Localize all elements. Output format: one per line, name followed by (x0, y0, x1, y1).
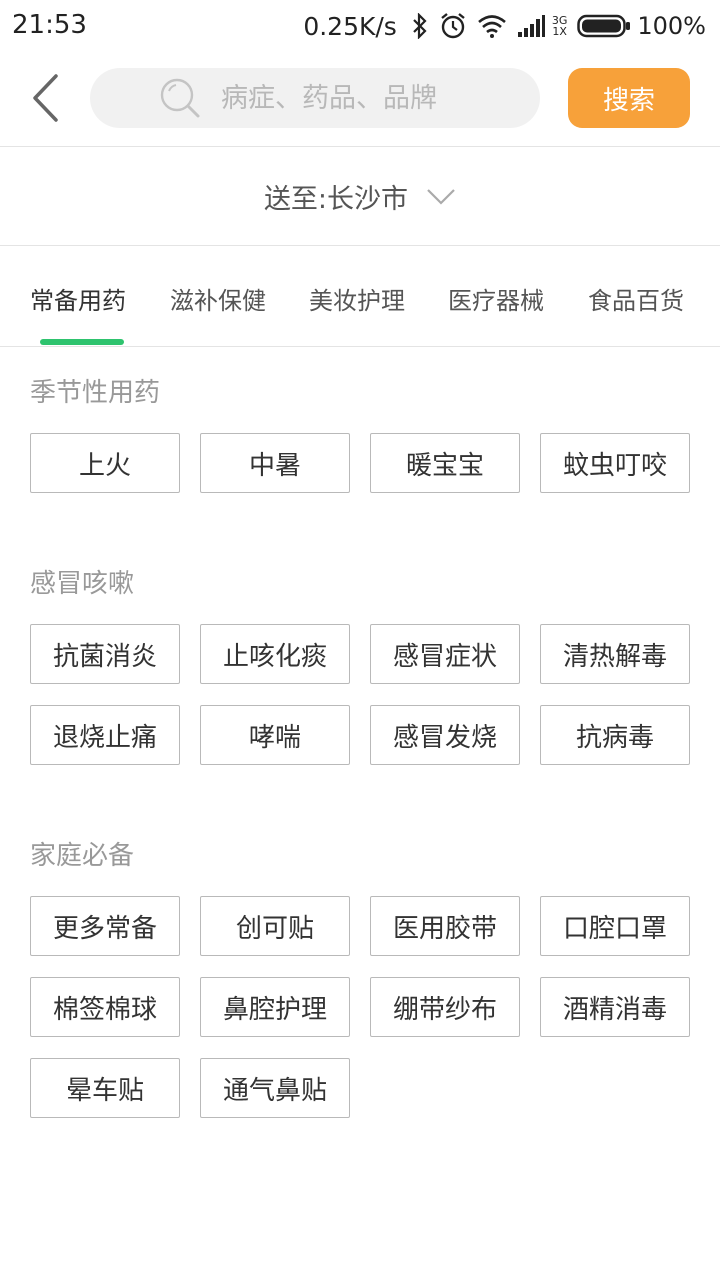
section-title-cold-cough: 感冒咳嗽 (30, 569, 135, 599)
network-type-bottom: 1X (552, 25, 567, 38)
search-input[interactable] (221, 82, 471, 114)
category-chip[interactable]: 哮喘 (200, 705, 350, 765)
category-chip[interactable]: 暖宝宝 (370, 433, 520, 493)
back-button[interactable] (20, 70, 70, 126)
status-bar: 21:53 0.25K/s 3G 1X 100% (0, 0, 720, 52)
category-chip[interactable]: 蚊虫叮咬 (540, 433, 690, 493)
category-chip[interactable]: 棉签棉球 (30, 977, 180, 1037)
category-chip[interactable]: 口腔口罩 (540, 896, 690, 956)
category-chip[interactable]: 鼻腔护理 (200, 977, 350, 1037)
tab-beauty-care[interactable]: 美妆护理 (309, 281, 405, 316)
search-header: 搜索 (0, 52, 720, 147)
category-chip[interactable]: 抗菌消炎 (30, 624, 180, 684)
chevron-down-icon (426, 188, 456, 206)
tab-nutrition-health[interactable]: 滋补保健 (170, 281, 266, 316)
category-chip[interactable]: 酒精消毒 (540, 977, 690, 1037)
category-chip[interactable]: 晕车贴 (30, 1058, 180, 1118)
category-chip[interactable]: 退烧止痛 (30, 705, 180, 765)
category-chip[interactable]: 创可贴 (200, 896, 350, 956)
tab-food-goods[interactable]: 食品百货 (588, 281, 684, 316)
category-tabs: 常备用药 滋补保健 美妆护理 医疗器械 食品百货 (0, 247, 720, 347)
wifi-icon (477, 14, 507, 38)
status-icons: 0.25K/s 3G 1X 100% (303, 10, 706, 42)
search-box[interactable] (90, 68, 540, 128)
signal-icon (517, 14, 545, 38)
bluetooth-icon (411, 13, 429, 39)
category-chip[interactable]: 医用胶带 (370, 896, 520, 956)
tab-common-medicine[interactable]: 常备用药 (30, 281, 126, 316)
search-button[interactable]: 搜索 (568, 68, 690, 128)
delivery-location-selector[interactable]: 送至:长沙市 (0, 148, 720, 246)
network-type: 3G 1X (549, 15, 568, 37)
chevron-left-icon (33, 74, 58, 122)
tab-medical-devices[interactable]: 医疗器械 (448, 281, 544, 316)
category-chip[interactable]: 通气鼻贴 (200, 1058, 350, 1118)
category-chip[interactable]: 止咳化痰 (200, 624, 350, 684)
status-time: 21:53 (12, 10, 87, 40)
category-chip[interactable]: 抗病毒 (540, 705, 690, 765)
section-title-seasonal: 季节性用药 (30, 378, 161, 408)
category-chip[interactable]: 更多常备 (30, 896, 180, 956)
alarm-icon (439, 12, 467, 40)
search-icon (159, 77, 201, 119)
battery-icon (577, 14, 631, 38)
network-speed: 0.25K/s (303, 11, 397, 41)
category-chip[interactable]: 感冒症状 (370, 624, 520, 684)
section-title-household: 家庭必备 (30, 841, 135, 871)
category-chip[interactable]: 中暑 (200, 433, 350, 493)
battery-percent: 100% (637, 12, 706, 40)
delivery-location-label: 送至:长沙市 (263, 184, 409, 215)
active-tab-indicator (40, 339, 124, 345)
category-chip[interactable]: 上火 (30, 433, 180, 493)
category-chip[interactable]: 绷带纱布 (370, 977, 520, 1037)
category-chip[interactable]: 感冒发烧 (370, 705, 520, 765)
category-chip[interactable]: 清热解毒 (540, 624, 690, 684)
